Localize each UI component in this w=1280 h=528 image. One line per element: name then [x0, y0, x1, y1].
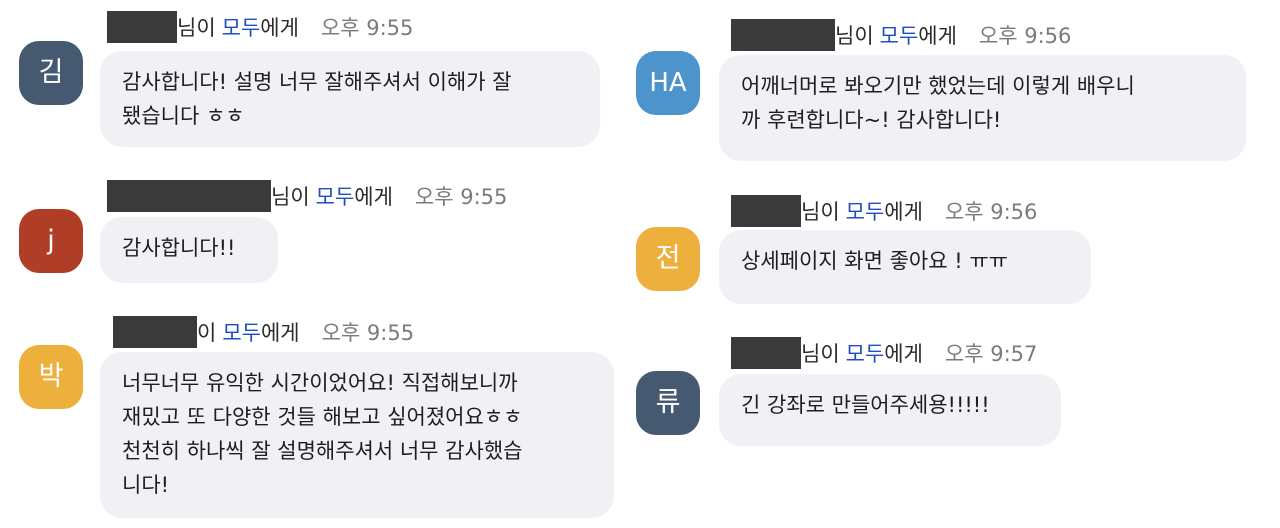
message-time: 오후 9:56 [944, 200, 1038, 224]
message-line: 너무너무 유익한 시간이었어요! 직접해보니까 [122, 371, 518, 395]
message-line: 상세페이지 화면 좋아요 ! ㅠㅠ [741, 249, 1008, 273]
recipient-suffix: 에게 [260, 321, 300, 345]
message-header: 님이 모두 에게 오후 9:56 [731, 195, 1037, 227]
recipient-suffix: 에게 [884, 200, 923, 224]
redacted-sender-name [113, 316, 197, 348]
message-line: 감사합니다!! [122, 236, 236, 260]
message-bubble: 감사합니다!! [100, 217, 278, 283]
recipient-suffix: 에게 [918, 24, 957, 48]
message-line: 재밌고 또 다양한 것들 해보고 싶어졌어요ㅎㅎ [122, 405, 523, 429]
message-time: 오후 9:55 [321, 321, 415, 345]
message-bubble: 긴 강좌로 만들어주세용!!!!! [719, 374, 1061, 446]
avatar: 류 [636, 371, 700, 435]
sender-suffix: 님이 [835, 24, 874, 48]
message-time: 오후 9:56 [978, 24, 1072, 48]
recipient-link[interactable]: 모두 [880, 20, 919, 50]
message-bubble: 감사합니다! 설명 너무 잘해주셔서 이해가 잘 됐습니다 ㅎㅎ [100, 51, 600, 147]
recipient-suffix: 에게 [884, 342, 923, 366]
recipient-link[interactable]: 모두 [316, 181, 355, 211]
avatar: 전 [636, 227, 700, 291]
message-line: 천천히 하나씩 잘 설명해주셔서 너무 감사했습 [122, 439, 523, 463]
message-line: 긴 강좌로 만들어주세용!!!!! [741, 393, 990, 417]
sender-suffix: 님이 [271, 185, 310, 209]
message-header: 님이 모두 에게 오후 9:56 [731, 19, 1071, 51]
message-line: 감사합니다! 설명 너무 잘해주셔서 이해가 잘 [122, 70, 512, 94]
message-line: 까 후련합니다~! 감사합니다! [741, 108, 1002, 132]
recipient-suffix: 에게 [354, 185, 393, 209]
avatar: 김 [19, 41, 83, 105]
message-line: 니다! [122, 473, 170, 497]
message-bubble: 너무너무 유익한 시간이었어요! 직접해보니까 재밌고 또 다양한 것들 해보고… [100, 352, 614, 518]
message-time: 오후 9:57 [944, 342, 1038, 366]
sender-suffix: 이 [197, 321, 217, 345]
recipient-link[interactable]: 모두 [222, 317, 261, 347]
message-header: 님이 모두 에게 오후 9:57 [731, 337, 1037, 369]
recipient-link[interactable]: 모두 [846, 196, 885, 226]
message-line: 됐습니다 ㅎㅎ [122, 104, 245, 128]
redacted-sender-name [107, 180, 271, 212]
message-bubble: 상세페이지 화면 좋아요 ! ㅠㅠ [719, 230, 1091, 304]
sender-suffix: 님이 [801, 200, 840, 224]
avatar: j [19, 209, 83, 273]
avatar: 박 [19, 345, 83, 409]
message-header: 님이 모두 에게 오후 9:55 [107, 11, 413, 43]
message-line: 어깨너머로 봐오기만 했었는데 이렇게 배우니 [741, 74, 1135, 98]
redacted-sender-name [731, 195, 801, 227]
redacted-sender-name [107, 11, 177, 43]
message-header: 님이 모두 에게 오후 9:55 [107, 180, 507, 212]
recipient-suffix: 에게 [260, 16, 299, 40]
message-time: 오후 9:55 [320, 16, 414, 40]
message-time: 오후 9:55 [414, 185, 508, 209]
redacted-sender-name [731, 19, 835, 51]
recipient-link[interactable]: 모두 [222, 12, 261, 42]
recipient-link[interactable]: 모두 [846, 338, 885, 368]
sender-suffix: 님이 [177, 16, 216, 40]
sender-suffix: 님이 [801, 342, 840, 366]
avatar: HA [636, 51, 700, 115]
redacted-sender-name [731, 337, 801, 369]
message-header: 이 모두 에게 오후 9:55 [113, 316, 414, 348]
message-bubble: 어깨너머로 봐오기만 했었는데 이렇게 배우니 까 후련합니다~! 감사합니다! [719, 55, 1246, 161]
